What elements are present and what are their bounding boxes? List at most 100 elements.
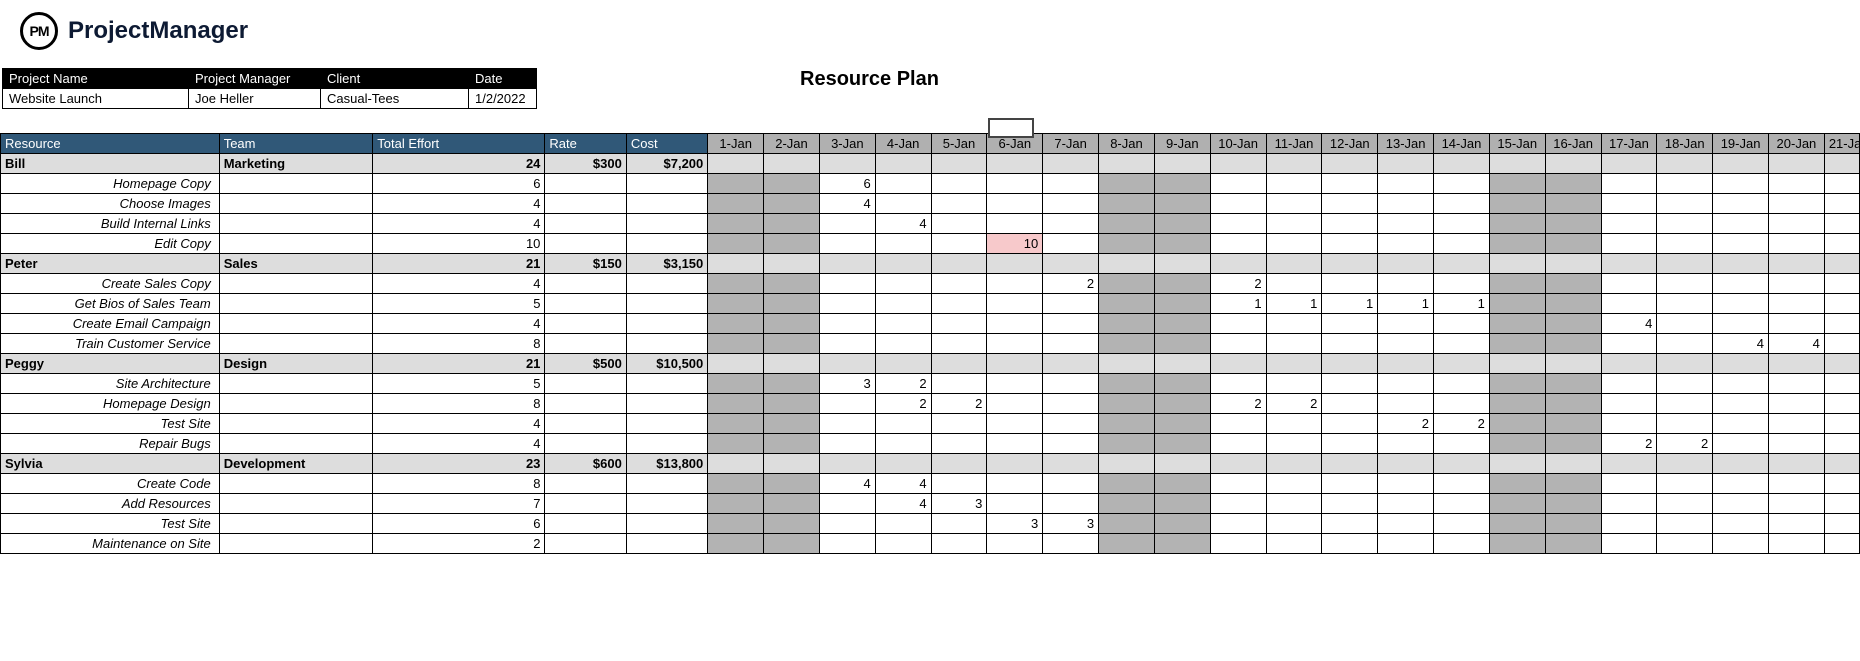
task-day-cell[interactable]	[1713, 234, 1769, 254]
task-rate[interactable]	[545, 374, 626, 394]
task-day-cell[interactable]	[1657, 414, 1713, 434]
group-team[interactable]: Design	[219, 354, 373, 374]
task-day-cell[interactable]	[1713, 214, 1769, 234]
task-day-cell[interactable]	[1434, 494, 1490, 514]
task-day-cell[interactable]	[1545, 534, 1601, 554]
task-day-cell[interactable]	[931, 374, 987, 394]
task-team[interactable]	[219, 334, 373, 354]
task-day-cell[interactable]	[1043, 314, 1099, 334]
group-day-cell[interactable]	[1489, 254, 1545, 274]
task-team[interactable]	[219, 374, 373, 394]
task-day-cell[interactable]	[819, 534, 875, 554]
task-day-cell[interactable]	[1378, 374, 1434, 394]
task-day-cell[interactable]	[1378, 274, 1434, 294]
task-team[interactable]	[219, 274, 373, 294]
task-day-cell[interactable]	[931, 214, 987, 234]
task-day-cell[interactable]	[1266, 314, 1322, 334]
task-day-cell[interactable]	[1657, 514, 1713, 534]
task-day-cell[interactable]	[708, 494, 764, 514]
task-day-cell[interactable]: 4	[819, 194, 875, 214]
group-day-cell[interactable]	[708, 454, 764, 474]
task-day-cell[interactable]	[1210, 514, 1266, 534]
task-day-cell[interactable]	[1043, 534, 1099, 554]
task-day-cell[interactable]	[1824, 194, 1859, 214]
task-row[interactable]: Repair Bugs422	[1, 434, 1860, 454]
task-day-cell[interactable]	[875, 274, 931, 294]
task-day-cell[interactable]	[987, 274, 1043, 294]
task-day-cell[interactable]	[819, 234, 875, 254]
task-day-cell[interactable]	[708, 334, 764, 354]
task-day-cell[interactable]	[1601, 374, 1657, 394]
task-day-cell[interactable]	[1378, 214, 1434, 234]
task-day-cell[interactable]	[1489, 334, 1545, 354]
task-effort[interactable]: 8	[373, 474, 545, 494]
task-day-cell[interactable]	[1322, 214, 1378, 234]
task-rate[interactable]	[545, 274, 626, 294]
task-cost[interactable]	[626, 394, 707, 414]
task-name[interactable]: Homepage Copy	[1, 174, 220, 194]
group-day-cell[interactable]	[1266, 454, 1322, 474]
task-day-cell[interactable]	[708, 514, 764, 534]
task-day-cell[interactable]	[819, 494, 875, 514]
task-day-cell[interactable]	[1210, 234, 1266, 254]
task-name[interactable]: Edit Copy	[1, 234, 220, 254]
task-rate[interactable]	[545, 434, 626, 454]
group-day-cell[interactable]	[1769, 154, 1825, 174]
group-day-cell[interactable]	[875, 254, 931, 274]
task-day-cell[interactable]	[1099, 294, 1155, 314]
task-day-cell[interactable]: 3	[987, 514, 1043, 534]
group-effort[interactable]: 23	[373, 454, 545, 474]
task-day-cell[interactable]: 4	[1713, 334, 1769, 354]
group-day-cell[interactable]	[1322, 454, 1378, 474]
task-day-cell[interactable]	[1434, 274, 1490, 294]
task-day-cell[interactable]	[819, 434, 875, 454]
task-day-cell[interactable]	[875, 434, 931, 454]
task-day-cell[interactable]	[875, 294, 931, 314]
task-day-cell[interactable]	[1769, 214, 1825, 234]
task-effort[interactable]: 5	[373, 294, 545, 314]
task-day-cell[interactable]	[1824, 214, 1859, 234]
task-day-cell[interactable]: 3	[819, 374, 875, 394]
task-day-cell[interactable]	[1713, 474, 1769, 494]
group-day-cell[interactable]	[1713, 154, 1769, 174]
task-day-cell[interactable]	[1657, 174, 1713, 194]
task-day-cell[interactable]	[875, 334, 931, 354]
task-day-cell[interactable]	[1266, 374, 1322, 394]
task-day-cell[interactable]	[1769, 514, 1825, 534]
task-rate[interactable]	[545, 194, 626, 214]
group-team[interactable]: Sales	[219, 254, 373, 274]
task-day-cell[interactable]	[1713, 434, 1769, 454]
task-effort[interactable]: 8	[373, 334, 545, 354]
task-day-cell[interactable]	[1657, 194, 1713, 214]
task-day-cell[interactable]: 4	[1601, 314, 1657, 334]
task-day-cell[interactable]	[708, 534, 764, 554]
task-day-cell[interactable]	[1210, 214, 1266, 234]
group-day-cell[interactable]	[1099, 354, 1155, 374]
task-day-cell[interactable]	[1266, 214, 1322, 234]
task-day-cell[interactable]	[1154, 374, 1210, 394]
group-day-cell[interactable]	[1713, 354, 1769, 374]
task-team[interactable]	[219, 314, 373, 334]
task-name[interactable]: Create Sales Copy	[1, 274, 220, 294]
group-day-cell[interactable]	[1266, 354, 1322, 374]
task-day-cell[interactable]	[1266, 234, 1322, 254]
task-day-cell[interactable]	[1713, 494, 1769, 514]
group-day-cell[interactable]	[1154, 154, 1210, 174]
task-day-cell[interactable]: 4	[875, 474, 931, 494]
task-name[interactable]: Add Resources	[1, 494, 220, 514]
group-day-cell[interactable]	[1210, 154, 1266, 174]
task-effort[interactable]: 6	[373, 514, 545, 534]
task-name[interactable]: Maintenance on Site	[1, 534, 220, 554]
task-day-cell[interactable]	[987, 494, 1043, 514]
group-day-cell[interactable]	[1043, 354, 1099, 374]
group-rate[interactable]: $500	[545, 354, 626, 374]
task-day-cell[interactable]	[1434, 474, 1490, 494]
task-day-cell[interactable]	[1099, 214, 1155, 234]
task-rate[interactable]	[545, 474, 626, 494]
task-cost[interactable]	[626, 534, 707, 554]
task-day-cell[interactable]	[1489, 194, 1545, 214]
task-name[interactable]: Choose Images	[1, 194, 220, 214]
group-cost[interactable]: $7,200	[626, 154, 707, 174]
task-day-cell[interactable]	[764, 174, 820, 194]
task-day-cell[interactable]	[1601, 194, 1657, 214]
